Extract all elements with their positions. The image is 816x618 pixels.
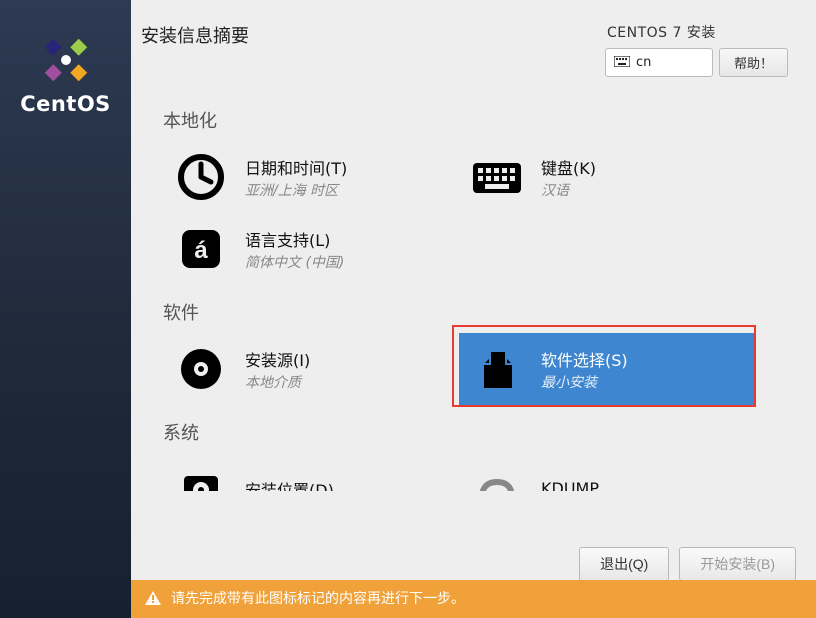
spoke-subtitle: 本地介质 xyxy=(245,372,310,392)
product-label: CENTOS 7 安装 xyxy=(607,22,716,42)
category-label-software: 软件 xyxy=(163,299,816,325)
spoke-software-selection[interactable]: 软件选择(S) 最小安装 xyxy=(459,333,755,405)
category-label-localization: 本地化 xyxy=(163,107,816,133)
spoke-datetime[interactable]: 日期和时间(T) 亚洲/上海 时区 xyxy=(163,141,459,213)
sidebar: CentOS xyxy=(0,0,131,618)
spoke-subtitle: 汉语 xyxy=(541,180,596,200)
keyboard-large-icon xyxy=(469,149,525,205)
spoke-keyboard[interactable]: 键盘(K) 汉语 xyxy=(459,141,755,213)
spoke-subtitle: 简体中文 (中国) xyxy=(245,252,344,272)
begin-install-button[interactable]: 开始安装(B) xyxy=(679,547,796,581)
category-label-system: 系统 xyxy=(163,419,816,445)
disc-icon xyxy=(173,341,229,397)
svg-text:á: á xyxy=(194,237,208,264)
keyboard-layout-indicator[interactable]: cn xyxy=(605,48,713,77)
brand-logo: CentOS xyxy=(20,34,111,116)
page-title: 安装信息摘要 xyxy=(141,22,249,77)
spoke-title: 日期和时间(T) xyxy=(245,155,347,179)
spoke-subtitle: 亚洲/上海 时区 xyxy=(245,180,347,200)
package-icon xyxy=(469,341,525,397)
language-icon: á xyxy=(173,221,229,277)
help-button[interactable]: 帮助！ xyxy=(719,48,788,77)
spoke-language[interactable]: á 语言支持(L) 简体中文 (中国) xyxy=(163,213,459,285)
quit-button[interactable]: 退出(Q) xyxy=(579,547,669,581)
spoke-kdump[interactable]: KDUMP xyxy=(459,453,755,491)
spoke-title: 安装源(I) xyxy=(245,347,310,371)
drive-icon xyxy=(173,461,229,491)
warning-bar: 请先完成带有此图标标记的内容再进行下一步。 xyxy=(131,580,816,618)
centos-logo-icon xyxy=(40,34,92,86)
spoke-title: 软件选择(S) xyxy=(541,347,628,371)
spoke-title: 语言支持(L) xyxy=(245,227,344,251)
spoke-install-destination[interactable]: 安装位置(D) xyxy=(163,453,459,491)
spoke-title: KDUMP xyxy=(541,479,599,491)
kdump-icon xyxy=(469,461,525,491)
warning-icon xyxy=(145,591,161,605)
warning-text: 请先完成带有此图标标记的内容再进行下一步。 xyxy=(171,588,465,608)
content-area: 本地化 日期和时间(T) 亚洲/上海 时区 键盘(K) xyxy=(131,83,816,539)
main-panel: 安装信息摘要 CENTOS 7 安装 cn 帮助！ 本地化 xyxy=(131,0,816,618)
keyboard-layout-value: cn xyxy=(636,55,651,70)
spoke-title: 键盘(K) xyxy=(541,155,596,179)
header: 安装信息摘要 CENTOS 7 安装 cn 帮助！ xyxy=(131,0,816,83)
spoke-title: 安装位置(D) xyxy=(245,477,334,492)
keyboard-icon xyxy=(614,56,630,70)
brand-name: CentOS xyxy=(20,92,111,116)
spoke-install-source[interactable]: 安装源(I) 本地介质 xyxy=(163,333,459,405)
spoke-subtitle: 最小安装 xyxy=(541,372,628,392)
clock-icon xyxy=(173,149,229,205)
